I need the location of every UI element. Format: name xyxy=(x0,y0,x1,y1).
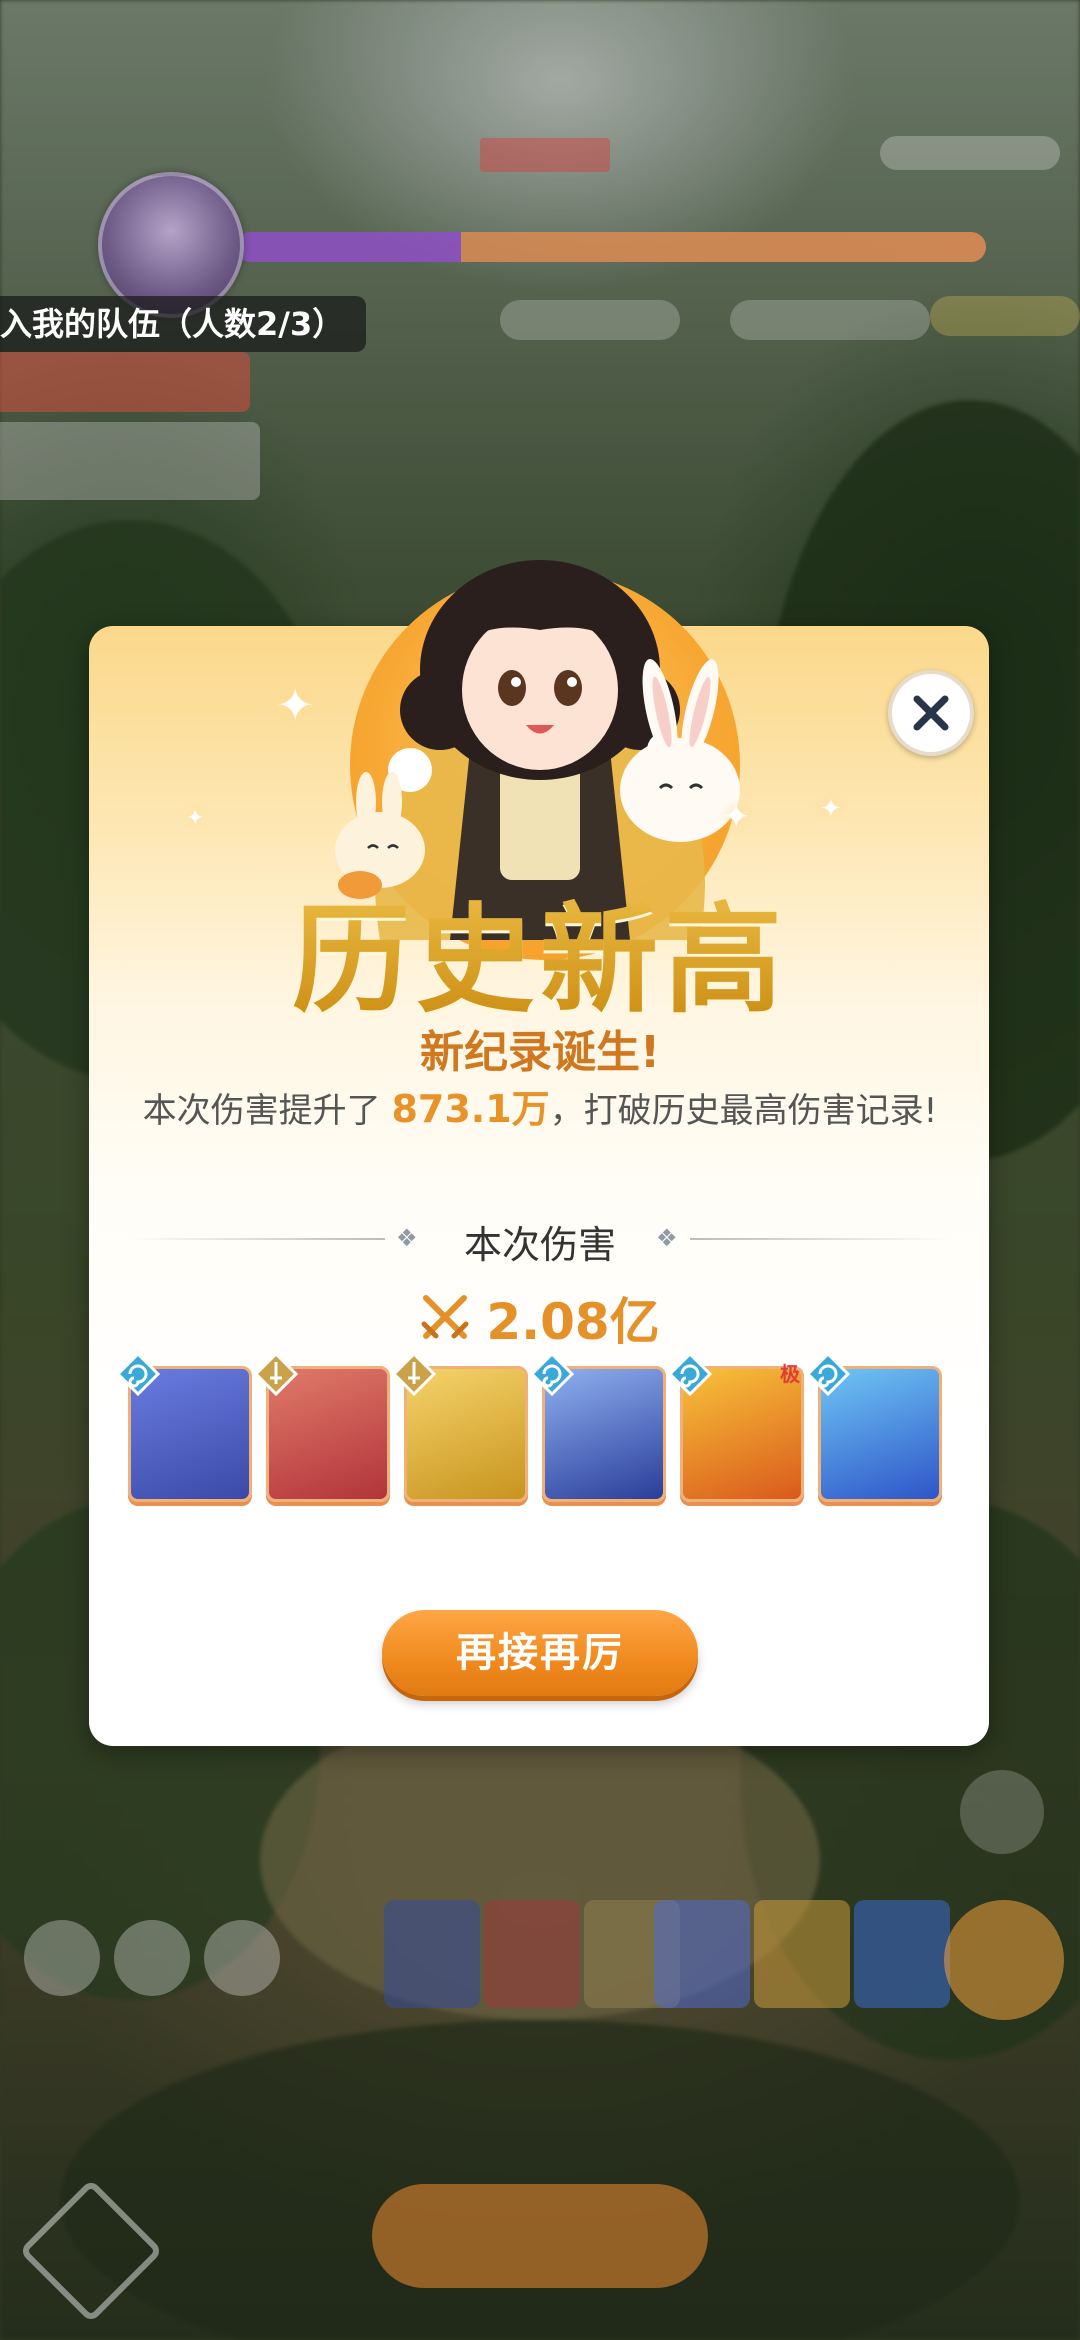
hud-bottom-button xyxy=(372,2184,708,2288)
close-button[interactable] xyxy=(888,670,974,756)
skill-card[interactable] xyxy=(116,1352,252,1502)
sparkle-icon: ✦ xyxy=(722,797,751,837)
hud-round-button xyxy=(114,1920,190,1996)
popup-subtitle: 新纪录诞生! xyxy=(419,1027,661,1078)
description-suffix: ，打破历史最高伤害记录! xyxy=(549,1091,938,1131)
sparkle-icon: ✦ xyxy=(186,806,205,831)
skill-card[interactable] xyxy=(254,1352,390,1502)
hud-round-button xyxy=(960,1770,1044,1854)
skill-tag: 极 xyxy=(780,1362,800,1386)
boss-name-blurred xyxy=(480,138,610,172)
hud-skill xyxy=(484,1900,580,2008)
side-panel-red xyxy=(0,352,250,412)
hud-skill xyxy=(754,1900,850,2008)
team-banner: 入我的队伍（人数2/3） xyxy=(0,296,367,352)
popup-description: 本次伤害提升了 873.1万，打破历史最高伤害记录! xyxy=(0,1078,1080,1133)
hud-skill xyxy=(384,1900,480,2008)
hud-round-button xyxy=(24,1920,100,1996)
sword-badge-icon xyxy=(392,1352,436,1396)
hud-chip xyxy=(930,296,1080,336)
skill-card[interactable] xyxy=(392,1352,528,1502)
swirl-badge-icon xyxy=(668,1352,712,1396)
damage-row: 2.08亿 xyxy=(0,1282,1080,1354)
damage-value: 2.08亿 xyxy=(486,1293,660,1351)
boss-hp-bar xyxy=(236,232,986,262)
hud-chip xyxy=(500,300,680,340)
divider-right xyxy=(690,1238,950,1240)
diamond-icon: ❖ xyxy=(656,1224,678,1252)
popup-title: 历史新高 xyxy=(0,864,1080,1035)
sparkle-icon: ✦ xyxy=(820,794,842,824)
swirl-badge-icon xyxy=(806,1352,850,1396)
crossed-swords-icon xyxy=(421,1295,469,1339)
hud-attack-button xyxy=(944,1900,1064,2020)
description-prefix: 本次伤害提升了 xyxy=(142,1091,381,1131)
hud-chip xyxy=(730,300,930,340)
section-title: 本次伤害 xyxy=(463,1223,616,1267)
side-panel-grey xyxy=(0,422,260,500)
close-icon xyxy=(913,695,949,731)
swirl-badge-icon xyxy=(116,1352,160,1396)
top-right-indicator xyxy=(880,136,1060,170)
skill-card[interactable] xyxy=(530,1352,666,1502)
continue-button[interactable]: 再接再厉 xyxy=(382,1610,698,1696)
swirl-badge-icon xyxy=(530,1352,574,1396)
sparkle-icon: ✦ xyxy=(276,678,315,732)
sword-badge-icon xyxy=(254,1352,298,1396)
damage-increase-value: 873.1万 xyxy=(391,1087,550,1131)
skill-card[interactable] xyxy=(806,1352,942,1502)
hud-skill xyxy=(654,1900,750,2008)
hud-round-button xyxy=(204,1920,280,1996)
skill-card[interactable]: 极 xyxy=(668,1352,804,1502)
hud-skill xyxy=(854,1900,950,2008)
skill-list: 极 xyxy=(116,1352,948,1510)
